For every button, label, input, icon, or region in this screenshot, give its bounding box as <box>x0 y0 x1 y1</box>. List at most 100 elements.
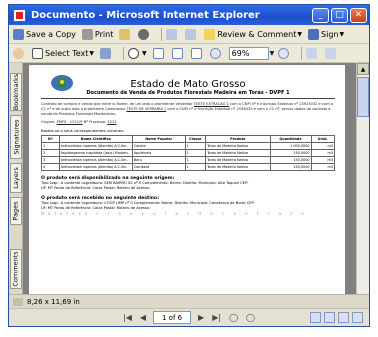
email-button[interactable] <box>119 28 132 40</box>
zoom-in-icon <box>278 47 290 59</box>
window-title: Documento - Microsoft Internet Explorer <box>31 9 260 21</box>
chevron-down-icon: ▼ <box>297 30 303 38</box>
col-header: Unid. <box>310 134 336 143</box>
products-table: Nº Nome Científico Nome Popular Classe P… <box>41 134 336 171</box>
save-icon <box>13 28 24 40</box>
single-page-icon[interactable] <box>310 312 321 323</box>
divider <box>41 98 335 99</box>
redo-button[interactable] <box>185 28 198 40</box>
cell: Canela <box>131 141 186 150</box>
continuous-facing-icon[interactable] <box>352 312 363 323</box>
next-page-button[interactable]: ▶ <box>198 313 204 322</box>
printer-icon <box>81 28 93 40</box>
last-page-button[interactable]: ▶| <box>212 313 221 322</box>
binoculars-icon <box>138 28 150 40</box>
save-copy-button[interactable]: Save a Copy <box>13 28 76 40</box>
tab-pages[interactable]: Pages <box>10 197 22 225</box>
status-bar: 8,26 x 11,69 in <box>9 294 369 308</box>
zoom-out-button[interactable] <box>209 47 223 59</box>
fit-width-button[interactable] <box>190 47 204 59</box>
table-row: 4 Anthocleista nipensis (Alemão) A.C.Sm.… <box>41 162 336 171</box>
browser-window: Documento - Microsoft Internet Explorer … <box>8 4 370 327</box>
forward-view-icon[interactable]: ◯ <box>246 313 255 322</box>
previous-page-button[interactable]: ◀ <box>140 313 146 322</box>
zoom-dropdown-icon[interactable]: ▼ <box>270 50 275 57</box>
zoom-level-field[interactable]: 69% <box>228 46 269 60</box>
page-navigation-bar: |◀ ◀ 1 of 6 ▶ ▶| ◯ ◯ <box>9 308 369 326</box>
table-intro: Baseia-se o seus correspondentes volumes… <box>41 127 125 133</box>
facing-icon[interactable] <box>338 312 349 323</box>
scroll-left-icon[interactable] <box>13 297 23 306</box>
scroll-up-icon[interactable]: ▲ <box>357 63 369 75</box>
sign-button[interactable]: Sign ▼ <box>308 28 345 40</box>
snapshot-button[interactable] <box>100 47 113 59</box>
magnifier-icon <box>128 47 140 59</box>
tab-comments[interactable]: Comments <box>10 249 22 289</box>
tab-pages-label: Pages <box>12 201 20 221</box>
cell: 4 <box>41 162 60 171</box>
chevron-down-icon: ▼ <box>339 30 345 38</box>
process-label: Nº Processo: <box>83 119 107 124</box>
cell: 1 <box>184 141 207 150</box>
first-page-button[interactable]: |◀ <box>123 313 132 322</box>
origin-label: Origem: <box>41 119 56 124</box>
fit-page-icon <box>171 47 183 59</box>
origin-line: Origem: PMFS - 1212/9 Nº Processo: 1212 <box>41 120 335 125</box>
maximize-button[interactable]: □ <box>331 7 348 23</box>
cell: Aspidosperma cuspidata (Jacq.) Brotom. <box>58 148 133 157</box>
pdf-page: Estado de Mato Grosso Documento de Venda… <box>29 65 345 294</box>
intro-text: Contrato de compra e venda que entre si … <box>41 102 193 106</box>
undo-button[interactable] <box>166 28 179 40</box>
toolbar-separator <box>161 27 163 41</box>
document-area[interactable]: Estado de Mato Grosso Documento de Venda… <box>23 63 356 294</box>
close-button[interactable]: ✕ <box>350 7 367 23</box>
col-header: Nome Popular <box>131 134 186 143</box>
process-value: 1212 <box>107 119 117 124</box>
hand-tool-button[interactable] <box>13 47 26 59</box>
cell: Apuleiceia <box>131 148 186 157</box>
cell: Toras de Madeira Nativa <box>205 141 271 150</box>
page-size-label: 8,26 x 11,69 in <box>27 297 80 306</box>
cell: Cambará <box>131 162 186 171</box>
toolbar-separator <box>123 46 125 60</box>
tab-layers[interactable]: Layers <box>10 163 22 193</box>
col-header: Produto <box>205 134 271 143</box>
cell: 1 <box>184 148 207 157</box>
scroll-thumb[interactable] <box>357 77 369 117</box>
read-mode-button[interactable] <box>325 47 338 59</box>
actual-size-icon <box>152 47 164 59</box>
acrobat-icon <box>13 8 26 22</box>
print-button[interactable]: Print <box>81 28 114 40</box>
toolbar-view: Select Text ▼ ▼ 69% ▼ <box>9 44 369 63</box>
review-comment-button[interactable]: Review & Comment ▼ <box>204 28 303 40</box>
print-label: Print <box>94 29 114 39</box>
cell: Anthocleista nipensis (Alemão) A.C.Sm. <box>58 162 133 171</box>
text-cursor-icon <box>32 47 43 59</box>
toolbar-separator <box>301 46 303 60</box>
cell: m3 <box>310 155 336 164</box>
book-icon <box>325 47 337 59</box>
table-row: 2 Aspidosperma cuspidata (Jacq.) Brotom.… <box>41 148 336 157</box>
actual-size-button[interactable] <box>152 47 166 59</box>
email-icon <box>119 28 131 40</box>
fit-page-button[interactable] <box>171 47 185 59</box>
col-header: Classe <box>184 134 207 143</box>
page-number-field[interactable]: 1 of 6 <box>153 311 192 324</box>
zoom-tool-button[interactable]: ▼ <box>128 47 147 59</box>
fit-width-icon <box>190 47 202 59</box>
origin-value: PMFS - 1212/9 <box>56 119 83 124</box>
tab-bookmarks[interactable]: Bookmarks <box>10 73 22 111</box>
zoom-in-button[interactable] <box>278 47 291 59</box>
coat-of-arms-icon <box>51 75 73 91</box>
vertical-scrollbar[interactable]: ▲ <box>356 63 369 294</box>
back-view-icon[interactable]: ◯ <box>229 313 238 322</box>
select-text-button[interactable]: Select Text ▼ <box>32 47 94 59</box>
rotate-button[interactable] <box>306 47 319 59</box>
search-button[interactable] <box>138 28 151 40</box>
minimize-button[interactable]: _ <box>312 7 329 23</box>
table-header-row: Nº Nome Científico Nome Popular Classe P… <box>41 134 336 143</box>
continuous-icon[interactable] <box>324 312 335 323</box>
tab-signatures-label: Signatures <box>12 119 20 155</box>
tab-signatures[interactable]: Signatures <box>10 115 22 159</box>
chevron-down-icon: ▼ <box>142 49 147 57</box>
